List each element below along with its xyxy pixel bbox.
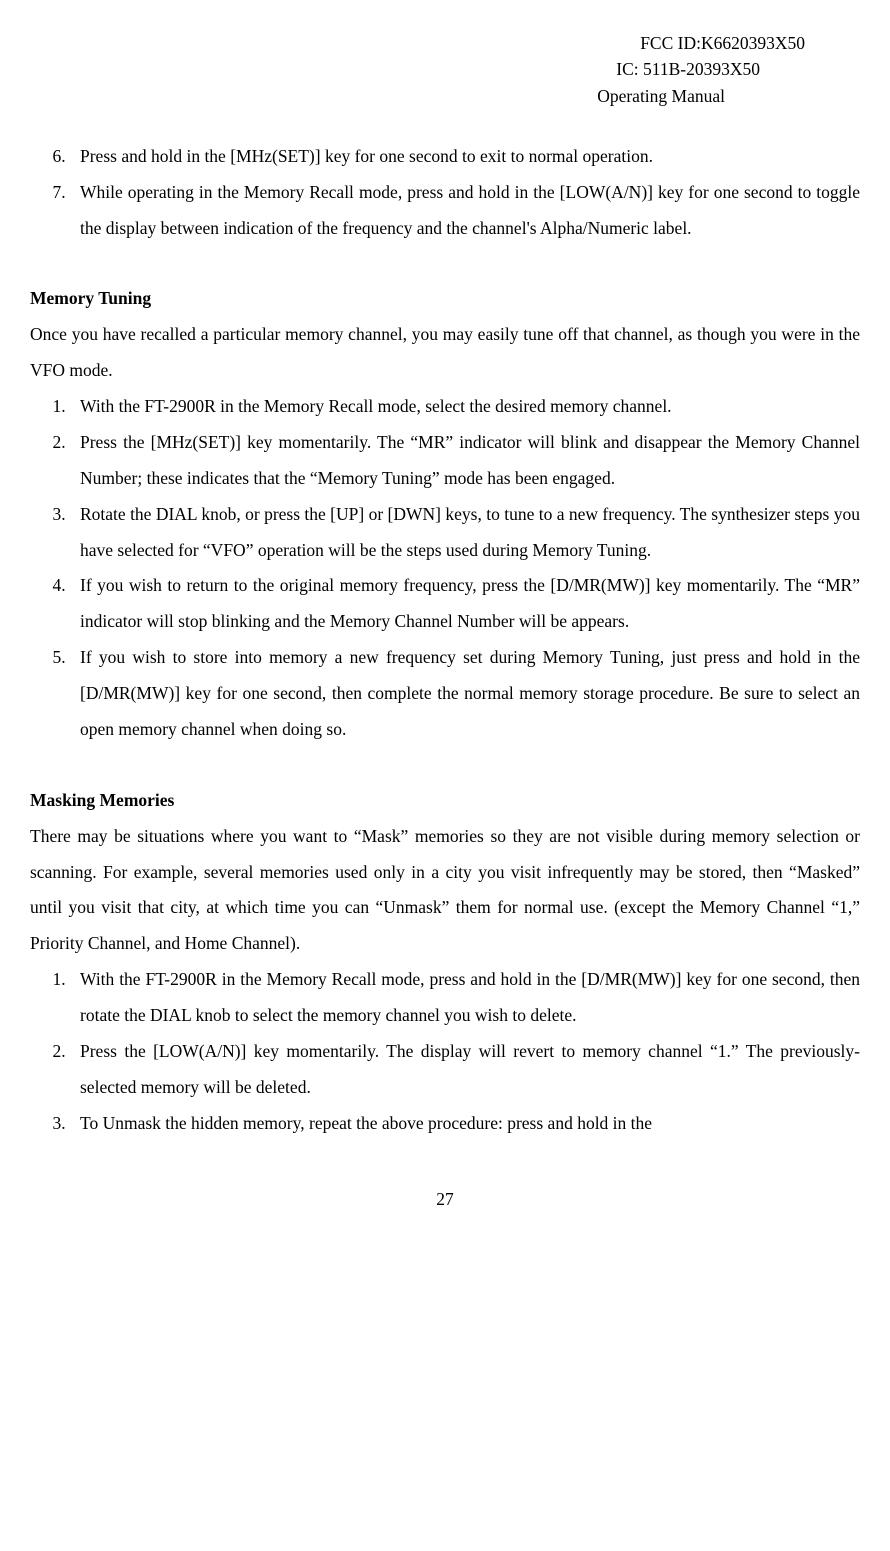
list-item: To Unmask the hidden memory, repeat the …	[70, 1106, 860, 1142]
intro-memory-tuning: Once you have recalled a particular memo…	[30, 317, 860, 389]
list-memory-tuning: With the FT-2900R in the Memory Recall m…	[30, 389, 860, 748]
header-ic: IC: 511B-20393X50	[30, 56, 805, 82]
list-item: Press and hold in the [MHz(SET)] key for…	[70, 139, 860, 175]
list-item: Rotate the DIAL knob, or press the [UP] …	[70, 497, 860, 569]
list-item: If you wish to return to the original me…	[70, 568, 860, 640]
page-number: 27	[30, 1182, 860, 1218]
list-item: While operating in the Memory Recall mod…	[70, 175, 860, 247]
intro-masking-memories: There may be situations where you want t…	[30, 819, 860, 963]
page-header: FCC ID:K6620393X50 IC: 511B-20393X50 Ope…	[30, 30, 860, 109]
header-operating-manual: Operating Manual	[30, 83, 805, 109]
list-masking-memories: With the FT-2900R in the Memory Recall m…	[30, 962, 860, 1141]
heading-masking-memories: Masking Memories	[30, 783, 860, 819]
list-continued: Press and hold in the [MHz(SET)] key for…	[30, 139, 860, 247]
list-item: Press the [MHz(SET)] key momentarily. Th…	[70, 425, 860, 497]
list-item: Press the [LOW(A/N)] key momentarily. Th…	[70, 1034, 860, 1106]
page-container: FCC ID:K6620393X50 IC: 511B-20393X50 Ope…	[0, 0, 890, 1237]
heading-memory-tuning: Memory Tuning	[30, 281, 860, 317]
list-item: If you wish to store into memory a new f…	[70, 640, 860, 748]
list-item: With the FT-2900R in the Memory Recall m…	[70, 389, 860, 425]
list-item: With the FT-2900R in the Memory Recall m…	[70, 962, 860, 1034]
header-fcc-id: FCC ID:K6620393X50	[30, 30, 805, 56]
